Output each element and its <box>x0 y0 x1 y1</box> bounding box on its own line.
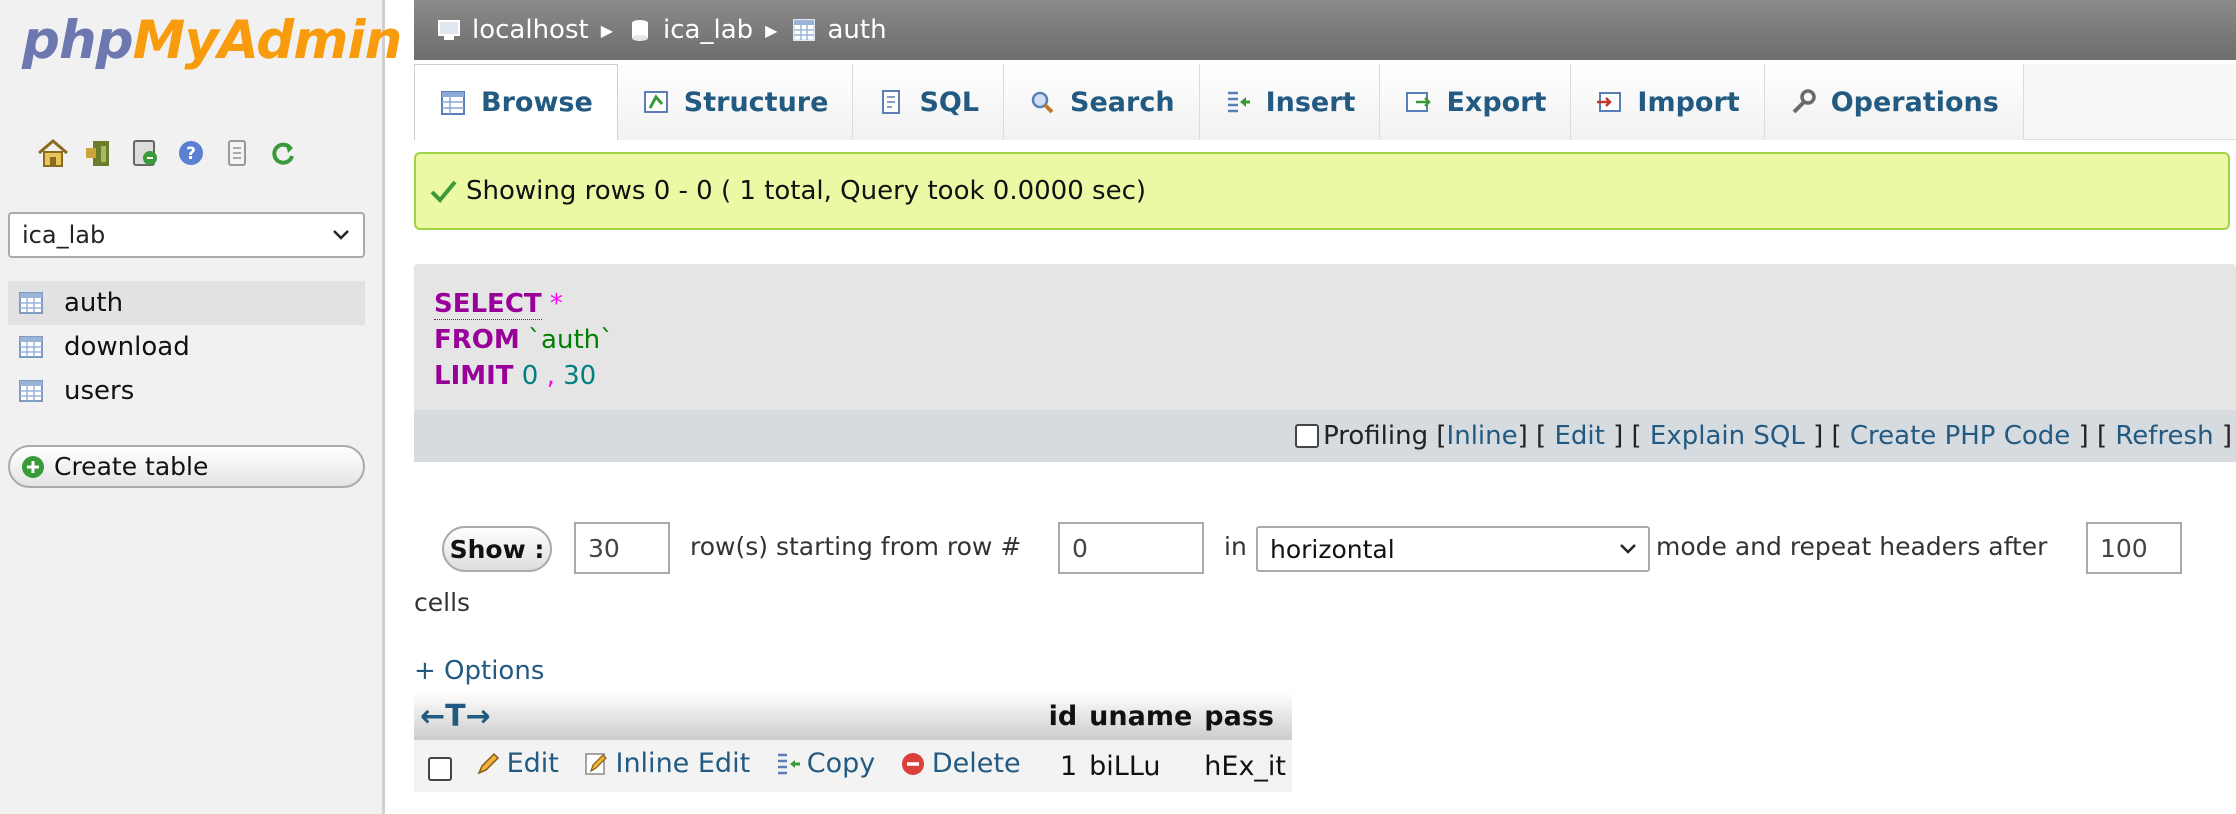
explain-sql-link[interactable]: Explain SQL <box>1650 421 1805 451</box>
copy-icon <box>777 753 800 774</box>
checkmark-icon <box>430 180 457 203</box>
breadcrumb: localhost ▶ ica_lab ▶ auth <box>414 0 2236 60</box>
repeat-headers-label: mode and repeat headers after <box>1656 532 2048 561</box>
exit-icon[interactable] <box>82 136 116 170</box>
tree-item-auth[interactable]: auth <box>8 281 365 325</box>
delete-row-action[interactable]: Delete <box>900 748 1021 779</box>
column-header-id[interactable]: id <box>1042 692 1084 740</box>
delete-icon <box>901 752 924 775</box>
tab-browse[interactable]: Browse <box>414 64 618 140</box>
pencil-icon <box>477 752 499 775</box>
export-icon <box>1406 92 1432 112</box>
phpmyadmin-logo[interactable]: phpMyAdmin <box>22 10 402 71</box>
breadcrumb-separator-icon: ▶ <box>600 20 614 40</box>
chevron-down-icon <box>333 230 349 240</box>
table-icon[interactable] <box>18 335 44 359</box>
tree-item-label[interactable]: download <box>64 332 190 362</box>
rows-count-input[interactable]: 30 <box>574 522 670 574</box>
tab-bar: Browse Structure SQL Search Insert Expor… <box>414 64 2236 140</box>
cell-pass[interactable]: hEx_it <box>1198 740 1293 792</box>
tree-item-users[interactable]: users <box>8 369 365 413</box>
sql-query-text[interactable]: SELECT * FROM `auth` LIMIT 0 , 30 <box>434 286 613 394</box>
sql-query-box: SELECT * FROM `auth` LIMIT 0 , 30 Profil… <box>414 264 2236 462</box>
row-checkbox[interactable] <box>428 757 452 782</box>
import-icon <box>1597 92 1622 112</box>
inline-edit-icon <box>585 753 608 775</box>
inline-edit-row-action[interactable]: Inline Edit <box>583 748 750 779</box>
home-icon[interactable] <box>36 136 70 170</box>
database-icon <box>632 20 649 41</box>
chevron-down-icon <box>1620 544 1636 554</box>
docs-icon[interactable] <box>220 136 254 170</box>
table-tree: auth download users <box>8 281 365 413</box>
search-icon <box>1031 91 1054 114</box>
tab-import[interactable]: Import <box>1571 64 1765 140</box>
left-right-arrows-icon[interactable]: ←T→ <box>420 699 491 734</box>
cells-label: cells <box>414 588 471 617</box>
tree-item-label[interactable]: auth <box>64 288 123 318</box>
insert-icon <box>1227 91 1250 113</box>
start-row-input[interactable]: 0 <box>1058 522 1204 574</box>
cell-id[interactable]: 1 <box>1042 740 1084 792</box>
navigation-panel: phpMyAdmin ? ica_lab auth download users… <box>0 0 402 814</box>
profiling-checkbox[interactable] <box>1295 424 1320 448</box>
reload-icon[interactable] <box>266 136 300 170</box>
svg-text:?: ? <box>186 144 196 164</box>
profiling-label[interactable]: Profiling <box>1323 421 1428 451</box>
table-icon[interactable] <box>18 291 44 315</box>
browse-icon <box>441 90 465 115</box>
tab-structure[interactable]: Structure <box>617 64 854 140</box>
options-link[interactable]: + Options <box>414 656 544 686</box>
create-php-code-link[interactable]: Create PHP Code <box>1850 421 2070 451</box>
breadcrumb-separator-icon: ▶ <box>765 20 778 40</box>
server-icon <box>438 20 460 40</box>
operations-icon <box>1792 89 1816 114</box>
sql-icon <box>882 90 901 114</box>
copy-row-action[interactable]: Copy <box>775 748 875 779</box>
tab-insert[interactable]: Insert <box>1199 64 1381 140</box>
breadcrumb-table[interactable]: auth <box>791 15 887 45</box>
tab-export[interactable]: Export <box>1380 64 1572 140</box>
tree-item-download[interactable]: download <box>8 325 365 369</box>
create-table-button[interactable]: Create table <box>8 445 365 488</box>
query-window-icon[interactable] <box>128 136 162 170</box>
display-mode-select[interactable]: horizontal <box>1256 526 1650 572</box>
row-actions: Edit Inline Edit Copy Delete <box>414 740 1043 792</box>
plus-circle-icon <box>22 455 44 478</box>
inline-link[interactable]: Inline <box>1447 421 1518 451</box>
edit-row-action[interactable]: Edit <box>475 748 559 779</box>
tab-search[interactable]: Search <box>1004 64 1200 140</box>
column-header-pass[interactable]: pass <box>1198 692 1293 740</box>
tab-operations[interactable]: Operations <box>1764 64 2024 140</box>
column-header-uname[interactable]: uname <box>1083 692 1199 740</box>
show-button[interactable]: Show : <box>442 526 552 572</box>
cell-uname[interactable]: biLLu <box>1083 740 1199 792</box>
table-icon[interactable] <box>18 379 44 403</box>
table-icon <box>793 19 816 41</box>
database-select[interactable]: ica_lab <box>8 212 365 258</box>
edit-link[interactable]: Edit <box>1554 421 1604 451</box>
column-resize-header[interactable]: ←T→ <box>414 692 1043 740</box>
tree-item-label[interactable]: users <box>64 376 134 406</box>
query-links-bar: Profiling [Inline] [ Edit ] [ Explain SQ… <box>414 410 2236 462</box>
navigation-icons: ? <box>36 136 300 170</box>
breadcrumb-database[interactable]: ica_lab <box>627 15 753 45</box>
repeat-headers-input[interactable]: 100 <box>2086 522 2182 574</box>
in-label: in <box>1224 532 1247 561</box>
results-table: ←T→ id uname pass Edit Inline Edit Copy <box>414 692 1293 792</box>
table-header-row: ←T→ id uname pass <box>414 692 1293 740</box>
refresh-link[interactable]: Refresh <box>2115 421 2213 451</box>
tab-sql[interactable]: SQL <box>853 64 1005 140</box>
structure-icon <box>643 91 668 113</box>
success-notice: Showing rows 0 - 0 ( 1 total, Query took… <box>414 152 2230 230</box>
rows-starting-label: row(s) starting from row # <box>690 532 1022 561</box>
breadcrumb-server[interactable]: localhost <box>436 15 589 45</box>
help-icon[interactable]: ? <box>174 136 208 170</box>
table-row: Edit Inline Edit Copy Delete 1 biLLu hEx… <box>414 740 1293 792</box>
